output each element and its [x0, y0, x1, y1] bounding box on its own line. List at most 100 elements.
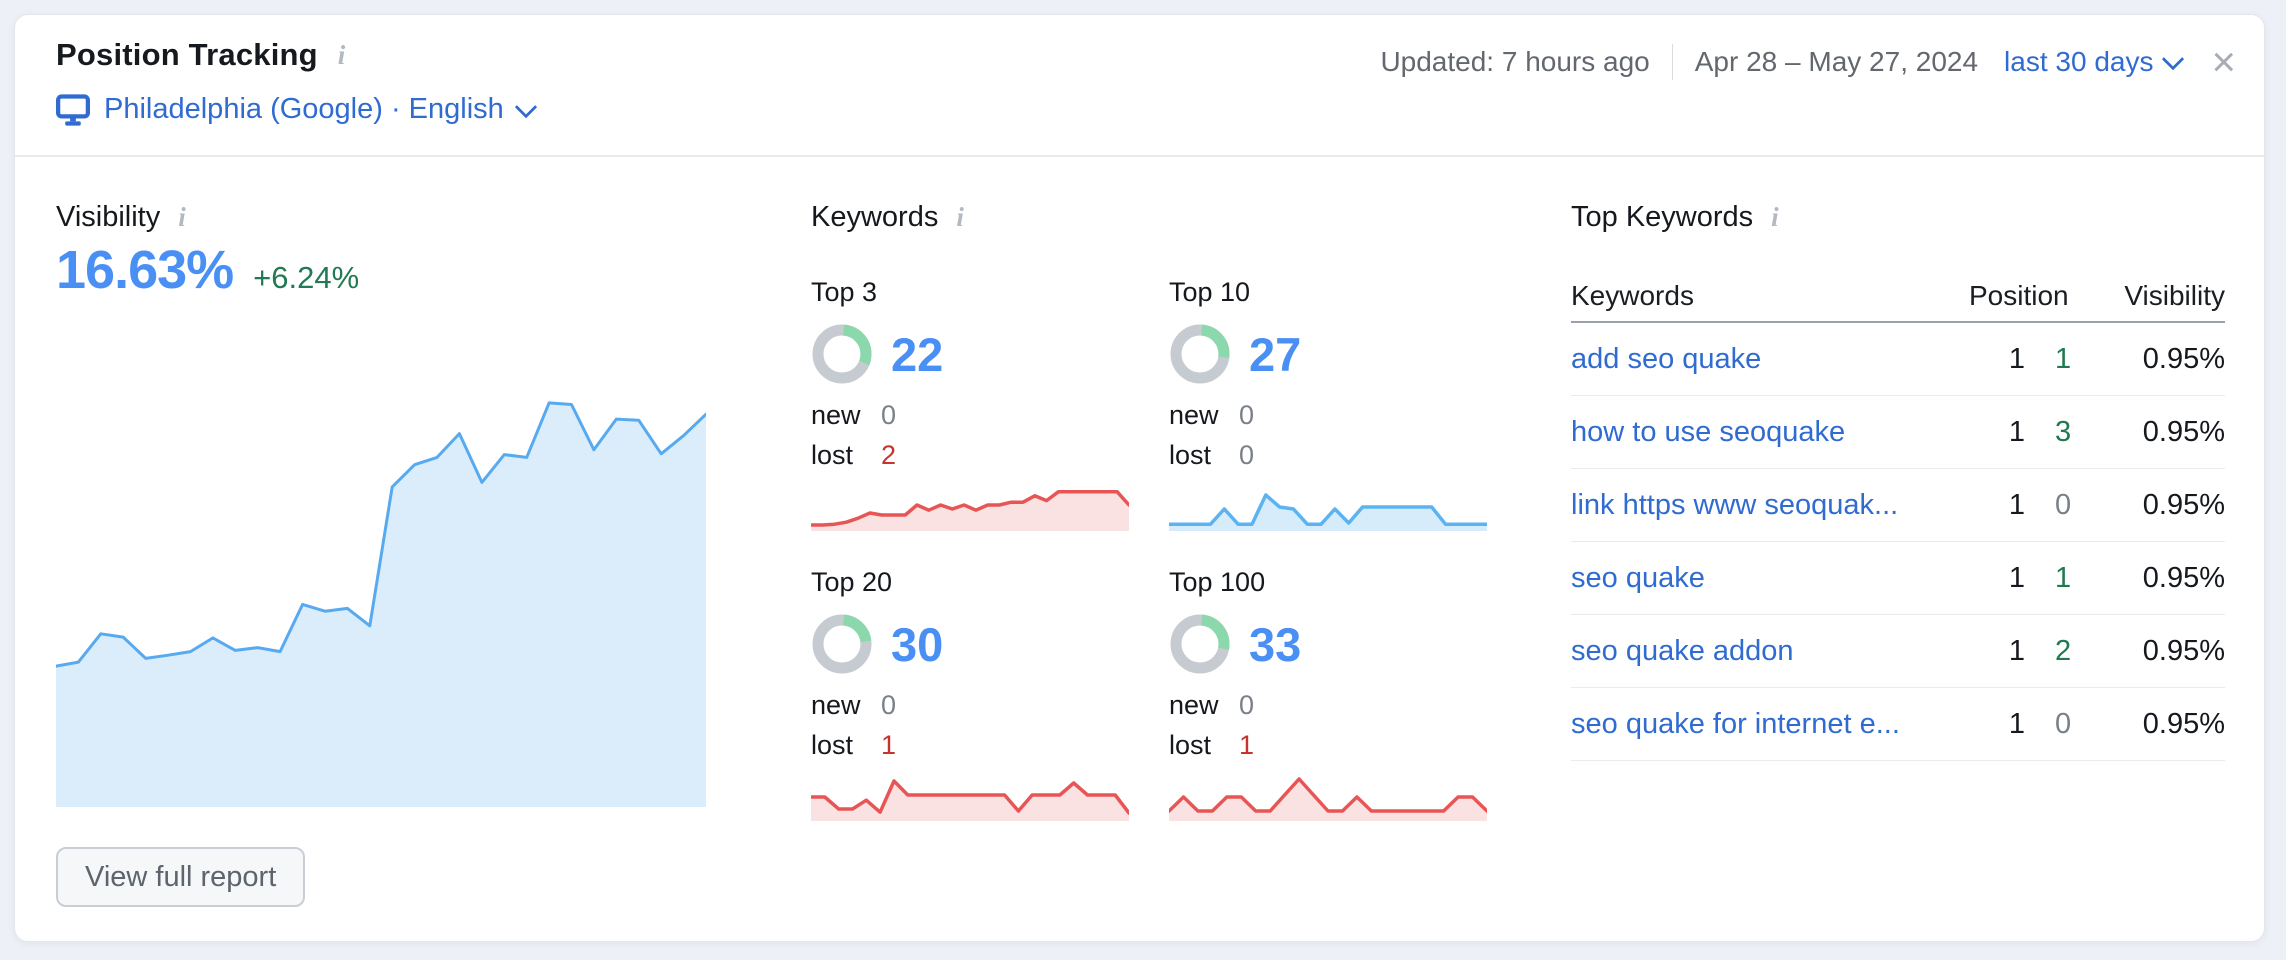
info-icon[interactable]: i: [1767, 204, 1783, 231]
chevron-down-icon: [2162, 48, 2185, 71]
block-label: Top 20: [811, 567, 1131, 598]
new-row: new 0: [811, 400, 1131, 431]
column-header-position: Position: [1969, 280, 2095, 312]
sparkline-chart: [1169, 773, 1487, 821]
visibility-cell: 0.95%: [2095, 562, 2225, 595]
keyword-link[interactable]: add seo quake: [1571, 343, 1969, 376]
table-header-row: Keywords Position Visibility: [1571, 271, 2225, 323]
location-selector[interactable]: Philadelphia (Google) · English: [56, 93, 534, 126]
visibility-section-title: Visibility i: [56, 201, 190, 234]
chevron-down-icon: [514, 95, 537, 118]
widget-header: Position Tracking i: [56, 37, 349, 73]
position-value: 1: [1969, 562, 2025, 595]
position-value: 1: [1969, 635, 2025, 668]
lost-label: lost: [811, 440, 881, 471]
lost-value: 0: [1239, 440, 1254, 471]
donut-chart-icon: [1169, 323, 1231, 385]
visibility-value: 16.63%: [56, 239, 233, 301]
info-icon[interactable]: i: [174, 204, 190, 231]
info-icon[interactable]: i: [334, 42, 350, 69]
lost-label: lost: [811, 730, 881, 761]
sparkline-chart: [811, 483, 1129, 531]
block-count-row: 22: [811, 322, 1131, 386]
top-keywords-table: Keywords Position Visibility add seo qua…: [1571, 271, 2225, 761]
header-meta: Updated: 7 hours ago Apr 28 – May 27, 20…: [1380, 41, 2236, 83]
position-value: 1: [1969, 416, 2025, 449]
new-value: 0: [881, 400, 896, 431]
table-row: seo quake addon 1 2 0.95%: [1571, 615, 2225, 688]
new-label: new: [811, 400, 881, 431]
updated-label: Updated: 7 hours ago: [1380, 46, 1649, 78]
lost-label: lost: [1169, 730, 1239, 761]
new-label: new: [1169, 400, 1239, 431]
new-value: 0: [1239, 400, 1254, 431]
keyword-link[interactable]: seo quake for internet e...: [1571, 708, 1969, 741]
visibility-title-label: Visibility: [56, 201, 160, 234]
block-count-row: 27: [1169, 322, 1489, 386]
position-delta: 1: [2025, 562, 2095, 595]
lost-row: lost 1: [811, 730, 1131, 761]
column-header-visibility: Visibility: [2095, 280, 2225, 312]
keywords-block-top100: Top 100 33 new 0 lost 1: [1169, 567, 1489, 821]
info-icon[interactable]: i: [952, 204, 968, 231]
visibility-cell: 0.95%: [2095, 708, 2225, 741]
table-row: how to use seoquake 1 3 0.95%: [1571, 396, 2225, 469]
block-count-row: 33: [1169, 612, 1489, 676]
column-header-keywords: Keywords: [1571, 280, 1969, 312]
position-delta: 1: [2025, 343, 2095, 376]
position-delta: 3: [2025, 416, 2095, 449]
period-label: last 30 days: [2004, 46, 2153, 78]
top-keywords-title-label: Top Keywords: [1571, 201, 1753, 234]
visibility-cell: 0.95%: [2095, 635, 2225, 668]
position-delta: 0: [2025, 489, 2095, 522]
keywords-section-title: Keywords i: [811, 201, 968, 234]
new-value: 0: [881, 690, 896, 721]
desktop-icon: [56, 94, 90, 126]
view-full-report-label: View full report: [85, 861, 276, 894]
period-dropdown[interactable]: last 30 days: [2004, 46, 2181, 78]
new-row: new 0: [1169, 400, 1489, 431]
position-value: 1: [1969, 708, 2025, 741]
location-label: Philadelphia (Google) · English: [104, 93, 504, 126]
lost-row: lost 2: [811, 440, 1131, 471]
lost-row: lost 0: [1169, 440, 1489, 471]
table-row: add seo quake 1 1 0.95%: [1571, 323, 2225, 396]
sparkline-chart: [811, 773, 1129, 821]
new-label: new: [811, 690, 881, 721]
visibility-value-row: 16.63% +6.24%: [56, 239, 359, 301]
table-row: seo quake for internet e... 1 0 0.95%: [1571, 688, 2225, 761]
keywords-block-top3: Top 3 22 new 0 lost 2: [811, 277, 1131, 531]
lost-label: lost: [1169, 440, 1239, 471]
view-full-report-button[interactable]: View full report: [56, 847, 305, 907]
lost-value: 1: [1239, 730, 1254, 761]
page-title: Position Tracking: [56, 37, 318, 73]
keyword-link[interactable]: seo quake: [1571, 562, 1969, 595]
position-value: 1: [1969, 343, 2025, 376]
new-label: new: [1169, 690, 1239, 721]
keyword-link[interactable]: seo quake addon: [1571, 635, 1969, 668]
block-label: Top 100: [1169, 567, 1489, 598]
keywords-block-top10: Top 10 27 new 0 lost 0: [1169, 277, 1489, 531]
block-count: 27: [1249, 327, 1301, 382]
lost-value: 2: [881, 440, 896, 471]
visibility-area-chart: [56, 367, 706, 807]
keywords-block-top20: Top 20 30 new 0 lost 1: [811, 567, 1131, 821]
keyword-link[interactable]: link https www seoquak...: [1571, 489, 1969, 522]
donut-chart-icon: [1169, 613, 1231, 675]
block-count: 22: [891, 327, 943, 382]
position-delta: 0: [2025, 708, 2095, 741]
position-delta: 2: [2025, 635, 2095, 668]
top-keywords-section-title: Top Keywords i: [1571, 201, 1783, 234]
block-count: 33: [1249, 617, 1301, 672]
vertical-divider: [1672, 44, 1673, 80]
keywords-title-label: Keywords: [811, 201, 938, 234]
keyword-link[interactable]: how to use seoquake: [1571, 416, 1969, 449]
close-icon[interactable]: ×: [2211, 41, 2236, 83]
header-divider: [15, 155, 2264, 157]
new-row: new 0: [1169, 690, 1489, 721]
position-tracking-widget: Position Tracking i Updated: 7 hours ago…: [14, 14, 2265, 942]
donut-chart-icon: [811, 323, 873, 385]
visibility-cell: 0.95%: [2095, 343, 2225, 376]
new-value: 0: [1239, 690, 1254, 721]
block-label: Top 10: [1169, 277, 1489, 308]
